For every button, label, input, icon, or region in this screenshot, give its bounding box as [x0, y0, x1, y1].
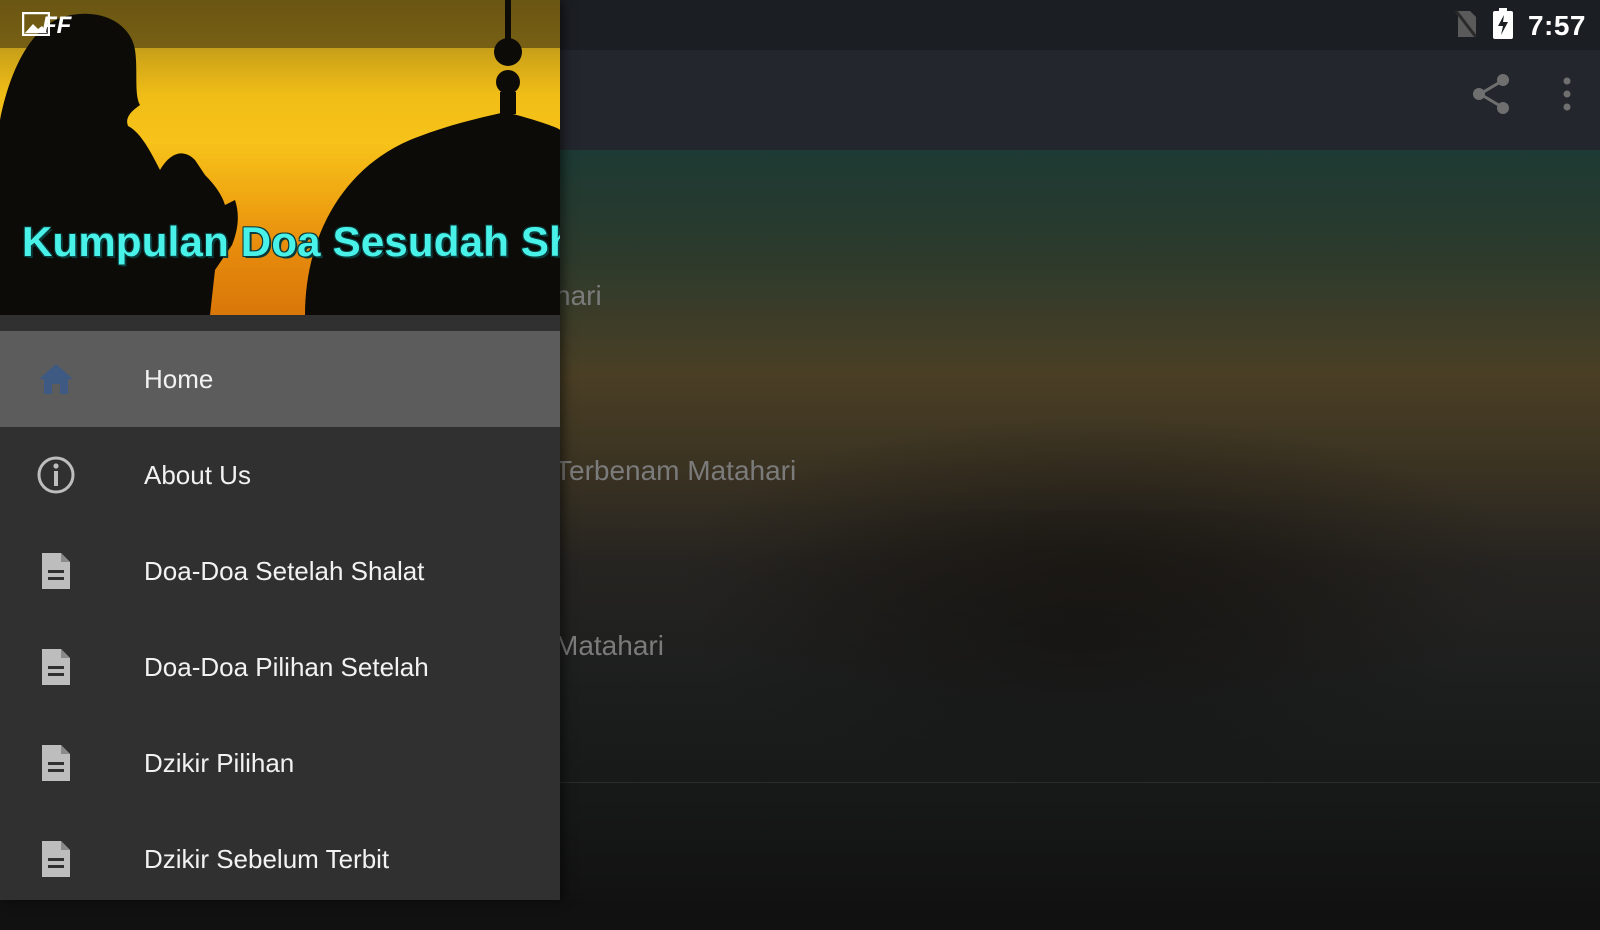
- drawer-header-title: Kumpulan Doa Sesudah Sholat: [22, 218, 560, 265]
- document-icon: [36, 551, 76, 591]
- drawer-header: FF Kumpulan Doa Sesudah Sholat: [0, 0, 560, 315]
- drawer-item-label: Dzikir Sebelum Terbit: [144, 843, 390, 874]
- drawer-item-label: About Us: [144, 459, 251, 490]
- document-icon: [36, 743, 76, 783]
- document-icon: [36, 839, 76, 879]
- scene-mountain: [560, 510, 1600, 930]
- drawer-item-label: Doa-Doa Pilihan Setelah: [144, 651, 429, 682]
- drawer-item-doa-setelah-shalat[interactable]: Doa-Doa Setelah Shalat: [0, 523, 560, 619]
- drawer-item-label: Home: [144, 363, 214, 394]
- home-icon: [36, 359, 76, 399]
- background-list-item[interactable]: hari: [555, 280, 602, 312]
- document-icon: [36, 647, 76, 687]
- background-list-item[interactable]: Terbenam Matahari: [555, 455, 796, 487]
- header-status-icons: FF: [22, 12, 71, 40]
- toolbar-actions: [1470, 72, 1572, 116]
- drawer-menu: Home About Us Doa-Doa Setelah Shalat Doa…: [0, 331, 560, 900]
- info-icon: [36, 455, 76, 495]
- no-sim-icon: [1454, 9, 1478, 44]
- overflow-menu-icon[interactable]: [1562, 76, 1572, 112]
- share-icon[interactable]: [1470, 72, 1512, 116]
- drawer-item-dzikir-sebelum-terbit[interactable]: Dzikir Sebelum Terbit: [0, 811, 560, 900]
- battery-charging-icon: [1492, 7, 1514, 45]
- drawer-item-dzikir-pilihan[interactable]: Dzikir Pilihan: [0, 715, 560, 811]
- header-illustration: [0, 0, 560, 315]
- navigation-drawer: FF Kumpulan Doa Sesudah Sholat Home Abou…: [0, 0, 560, 900]
- drawer-item-label: Doa-Doa Setelah Shalat: [144, 555, 425, 586]
- background-list-item[interactable]: Matahari: [555, 630, 664, 662]
- status-bar-right: 7:57: [1454, 6, 1586, 46]
- drawer-item-about-us[interactable]: About Us: [0, 427, 560, 523]
- drawer-item-doa-pilihan-setelah[interactable]: Doa-Doa Pilihan Setelah: [0, 619, 560, 715]
- status-time: 7:57: [1527, 10, 1586, 41]
- drawer-item-home[interactable]: Home: [0, 331, 560, 427]
- drawer-item-label: Dzikir Pilihan: [144, 747, 295, 778]
